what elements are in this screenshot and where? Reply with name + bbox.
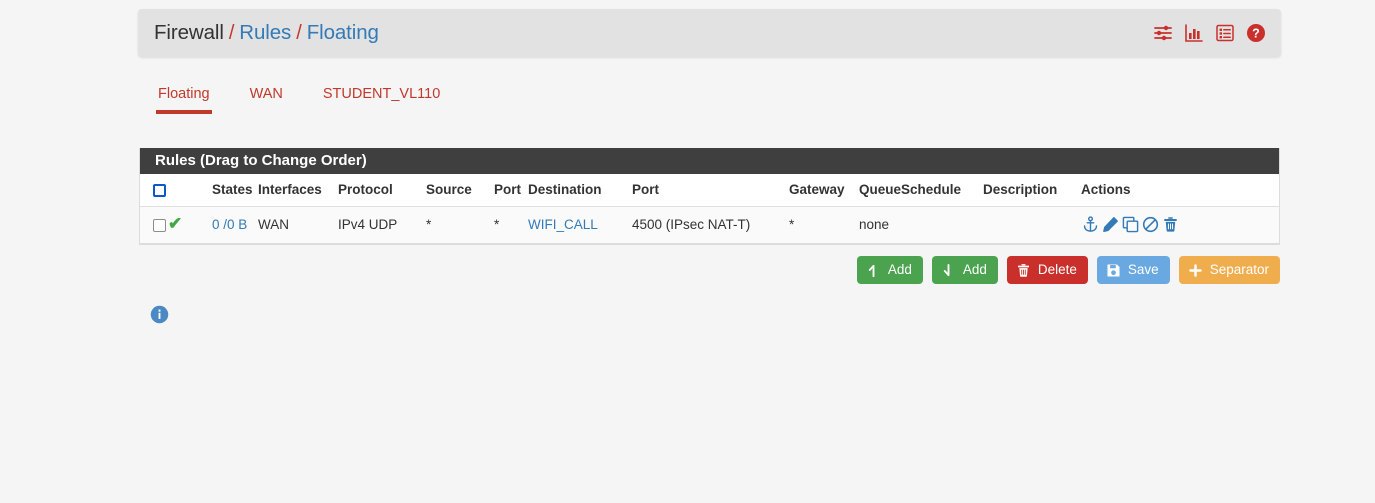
- separator-button[interactable]: Separator: [1178, 256, 1280, 284]
- breadcrumb-link-rules[interactable]: Rules: [239, 21, 291, 45]
- select-all-checkbox[interactable]: [153, 183, 166, 197]
- rules-panel-title: Rules (Drag to Change Order): [140, 148, 1279, 174]
- th-source-port: Port: [494, 174, 528, 207]
- svg-text:?: ?: [1252, 27, 1260, 41]
- tab-floating[interactable]: Floating: [138, 84, 230, 114]
- save-label: Save: [1127, 262, 1159, 278]
- page-header: Firewall / Rules / Floating ?: [138, 9, 1281, 57]
- add-rule-down-button[interactable]: Add: [931, 256, 998, 284]
- bar-chart-icon[interactable]: [1184, 23, 1204, 43]
- row-actions-cell: [1081, 206, 1279, 244]
- th-gateway: Gateway: [789, 174, 859, 207]
- tab-student-vl110[interactable]: STUDENT_VL110: [303, 84, 460, 114]
- header-actions: ?: [1153, 23, 1266, 43]
- th-schedule: Schedule: [901, 174, 983, 207]
- rules-button-bar: Add Add Delete Save Separator: [139, 256, 1280, 284]
- separator-label: Separator: [1209, 262, 1269, 278]
- tab-wan-label: WAN: [249, 86, 283, 102]
- th-protocol: Protocol: [338, 174, 426, 207]
- pass-check-icon: ✔: [168, 214, 183, 233]
- row-checkbox[interactable]: [153, 218, 166, 232]
- table-row[interactable]: ✔ 0 /0 B WAN IPv4 UDP * * WIFI_CALL 4500…: [140, 206, 1279, 244]
- row-protocol-cell: IPv4 UDP: [338, 206, 426, 244]
- states-link[interactable]: 0 /0 B: [202, 217, 247, 232]
- th-destination: Destination: [528, 174, 632, 207]
- breadcrumb-separator-2: /: [296, 21, 302, 44]
- tab-wan[interactable]: WAN: [230, 84, 303, 114]
- save-button[interactable]: Save: [1096, 256, 1170, 284]
- delete-button[interactable]: Delete: [1006, 256, 1088, 284]
- destination-link[interactable]: WIFI_CALL: [528, 217, 598, 232]
- th-interfaces: Interfaces: [258, 174, 338, 207]
- help-icon[interactable]: ?: [1246, 23, 1266, 43]
- arrow-up-icon: [866, 263, 881, 278]
- add-rule-up-button[interactable]: Add: [856, 256, 923, 284]
- th-description: Description: [983, 174, 1081, 207]
- th-states: States: [202, 174, 258, 207]
- add-rule-up-label: Add: [887, 262, 912, 278]
- rules-panel: Rules (Drag to Change Order) States Inte…: [139, 148, 1280, 245]
- breadcrumb-root: Firewall: [154, 21, 224, 44]
- th-queue: Queue: [859, 174, 901, 207]
- trash-icon: [1016, 263, 1031, 278]
- breadcrumb-separator-1: /: [228, 21, 235, 44]
- row-actions: [1081, 216, 1279, 233]
- plus-icon: [1188, 263, 1203, 278]
- row-description-cell: [983, 206, 1081, 244]
- rules-table: States Interfaces Protocol Source Port D…: [140, 174, 1279, 244]
- th-select-all: [140, 174, 168, 207]
- row-select-cell: [140, 206, 168, 244]
- breadcrumb-link-floating[interactable]: Floating: [307, 21, 379, 45]
- row-destination-port-cell: 4500 (IPsec NAT-T): [632, 206, 789, 244]
- row-interfaces-cell: WAN: [258, 206, 338, 244]
- breadcrumb: Firewall / Rules / Floating: [154, 21, 379, 45]
- th-destination-port: Port: [632, 174, 789, 207]
- tab-student-vl110-label: STUDENT_VL110: [322, 86, 441, 102]
- row-gateway-cell: *: [789, 206, 859, 244]
- tab-bar: Floating WAN STUDENT_VL110: [138, 84, 1281, 124]
- add-rule-down-label: Add: [962, 262, 987, 278]
- tab-floating-label: Floating: [158, 86, 210, 102]
- table-header-row: States Interfaces Protocol Source Port D…: [140, 174, 1279, 207]
- ban-icon[interactable]: [1142, 216, 1159, 233]
- list-icon[interactable]: [1215, 23, 1235, 43]
- row-queue-cell: none: [859, 206, 901, 244]
- row-states-cell: 0 /0 B: [202, 206, 258, 244]
- th-source: Source: [426, 174, 494, 207]
- row-destination-cell: WIFI_CALL: [528, 206, 632, 244]
- anchor-icon[interactable]: [1082, 216, 1099, 233]
- row-schedule-cell: [901, 206, 983, 244]
- row-status-cell: ✔: [168, 206, 202, 244]
- delete-label: Delete: [1037, 262, 1077, 278]
- info-icon[interactable]: [150, 305, 169, 324]
- arrow-down-icon: [941, 263, 956, 278]
- th-status: [168, 174, 202, 207]
- row-source-port-cell: *: [494, 206, 528, 244]
- page-root: Firewall / Rules / Floating ? Floating W…: [0, 0, 1375, 503]
- th-actions: Actions: [1081, 174, 1279, 207]
- save-icon: [1106, 263, 1121, 278]
- pencil-icon[interactable]: [1102, 216, 1119, 233]
- copy-icon[interactable]: [1122, 216, 1139, 233]
- trash-icon[interactable]: [1162, 216, 1179, 233]
- row-source-cell: *: [426, 206, 494, 244]
- sliders-icon[interactable]: [1153, 23, 1173, 43]
